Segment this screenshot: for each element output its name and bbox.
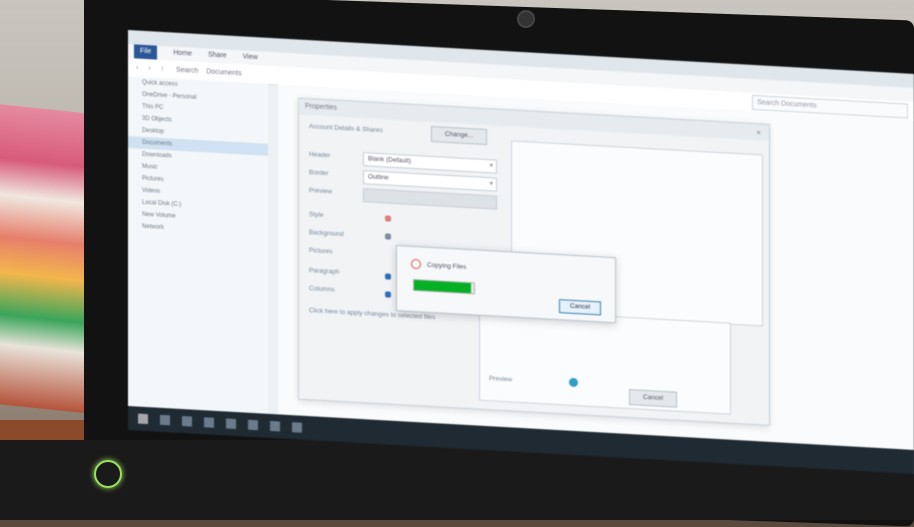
laptop-screen: File Home Share View ‹ › ↑ Search Docume… bbox=[128, 30, 914, 474]
columns-toggle-icon[interactable] bbox=[385, 291, 391, 298]
tab-home[interactable]: Home bbox=[173, 47, 192, 62]
tab-view[interactable]: View bbox=[243, 50, 258, 65]
explorer-icon[interactable] bbox=[226, 418, 236, 430]
tab-file[interactable]: File bbox=[134, 44, 158, 60]
secondary-preview-pane bbox=[479, 308, 731, 415]
dialog-cancel-button[interactable]: Cancel bbox=[629, 389, 677, 408]
start-icon[interactable] bbox=[138, 413, 148, 425]
warning-circle-icon bbox=[411, 258, 421, 270]
option-columns: Columns bbox=[309, 285, 335, 294]
tab-share[interactable]: Share bbox=[208, 48, 227, 63]
refresh-icon[interactable] bbox=[569, 377, 578, 388]
progress-bar bbox=[413, 278, 475, 295]
progress-bar-fill bbox=[414, 279, 471, 294]
copy-status-text: Copying Files bbox=[427, 261, 467, 271]
breadcrumb-documents[interactable]: Documents bbox=[206, 68, 241, 77]
background-color-icon[interactable] bbox=[385, 233, 391, 240]
style-color-icon[interactable] bbox=[385, 215, 391, 222]
preview-select[interactable] bbox=[363, 188, 497, 210]
preview-button-label[interactable]: Preview bbox=[489, 375, 512, 383]
navigation-pane: Quick access OneDrive - Personal This PC… bbox=[128, 76, 268, 414]
store-icon[interactable] bbox=[248, 419, 258, 431]
power-button-icon bbox=[94, 460, 122, 488]
preview-label: Preview bbox=[309, 187, 333, 196]
mail-icon[interactable] bbox=[270, 420, 280, 432]
search-icon[interactable] bbox=[160, 414, 170, 426]
chevron-down-icon: ▾ bbox=[489, 162, 493, 170]
back-forward-icon[interactable]: ‹ › ↑ bbox=[136, 64, 168, 73]
cancel-button[interactable]: Cancel bbox=[559, 299, 601, 316]
border-select-value: Outline bbox=[368, 173, 389, 182]
account-label: Account Details & Shares bbox=[309, 123, 383, 135]
change-button[interactable]: Change... bbox=[431, 125, 487, 146]
paragraph-toggle-icon[interactable] bbox=[385, 273, 391, 280]
chevron-down-icon: ▾ bbox=[489, 180, 493, 188]
settings-icon[interactable] bbox=[292, 422, 302, 433]
option-pictures: Pictures bbox=[309, 247, 333, 256]
webcam-icon bbox=[517, 10, 535, 28]
edge-icon[interactable] bbox=[204, 417, 214, 428]
copy-progress-dialog: Copying Files Cancel bbox=[396, 244, 616, 324]
option-style: Style bbox=[309, 211, 324, 219]
header-select-value: Blank (Default) bbox=[368, 155, 411, 165]
breadcrumb-search[interactable]: Search bbox=[176, 66, 198, 74]
task-view-icon[interactable] bbox=[182, 416, 192, 427]
close-icon[interactable]: × bbox=[756, 128, 761, 137]
border-label: Border bbox=[309, 169, 329, 178]
option-paragraph: Paragraph bbox=[309, 267, 340, 276]
option-background: Background bbox=[309, 229, 344, 239]
header-label: Header bbox=[309, 151, 331, 160]
